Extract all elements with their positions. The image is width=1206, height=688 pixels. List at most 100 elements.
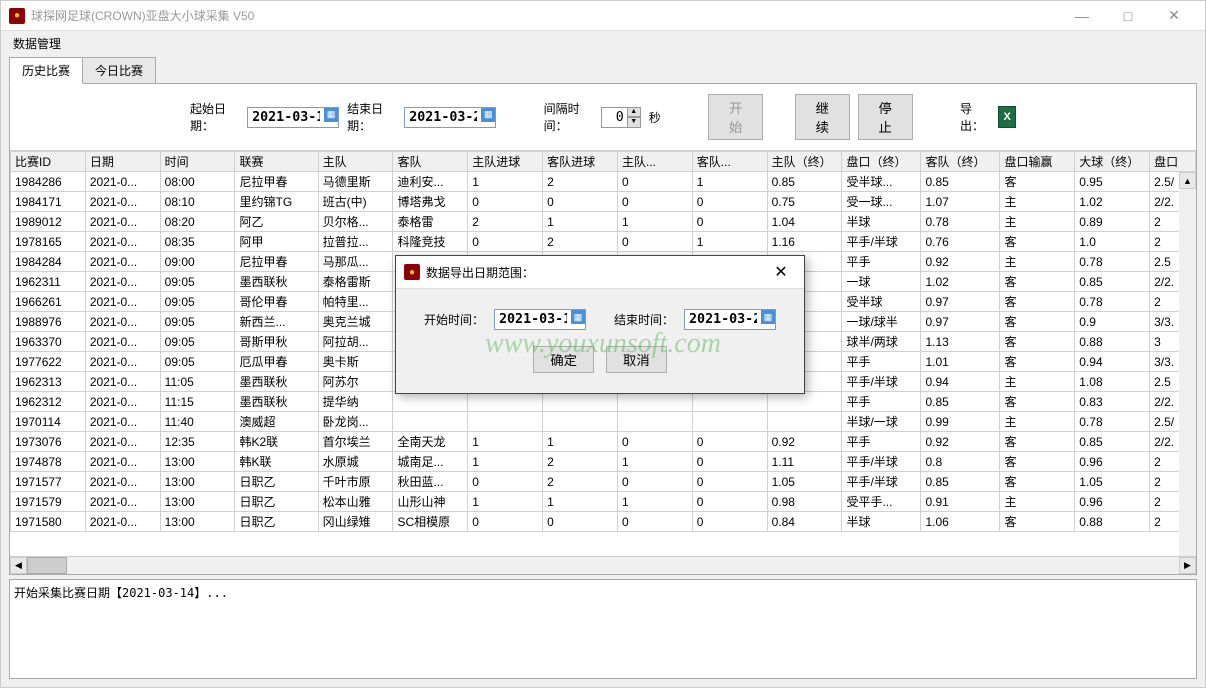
table-row[interactable]: 19701142021-0...11:40澳威超卧龙岗...半球/一球0.99主… [11,412,1196,432]
table-cell: 0.98 [767,492,842,512]
table-cell: 水原城 [318,452,393,472]
column-header[interactable]: 客队进球 [543,152,618,172]
table-row[interactable]: 19841712021-0...08:10里约锦TG班古(中)博塔弗戈00000… [11,192,1196,212]
table-cell: 2021-0... [85,372,160,392]
table-cell: 1974878 [11,452,86,472]
table-cell [393,412,468,432]
table-row[interactable]: 19623122021-0...11:15墨西联秋提华纳平手0.85客0.832… [11,392,1196,412]
table-row[interactable]: 19715802021-0...13:00日职乙冈山绿雉SC相模原00000.8… [11,512,1196,532]
table-row[interactable]: 19715792021-0...13:00日职乙松本山雅山形山神11100.98… [11,492,1196,512]
scroll-thumb[interactable] [27,557,67,574]
table-cell: 0.94 [921,372,1000,392]
table-cell: 客 [1000,352,1075,372]
table-cell: 0.75 [767,192,842,212]
column-header[interactable]: 客队... [692,152,767,172]
table-cell: 0.96 [1075,452,1150,472]
table-cell: 尼拉甲春 [235,172,318,192]
table-cell: 0 [692,432,767,452]
stop-button[interactable]: 停止 [858,94,913,140]
table-row[interactable]: 19890122021-0...08:20阿乙贝尔格...泰格雷21101.04… [11,212,1196,232]
interval-spinner[interactable]: ▲▼ [627,107,641,128]
vertical-scrollbar[interactable]: ▲ [1179,172,1196,556]
table-cell: 1 [692,232,767,252]
maximize-button[interactable]: □ [1105,1,1151,31]
calendar-icon[interactable]: ▦ [324,108,338,122]
calendar-icon[interactable]: ▦ [571,310,585,324]
scroll-right-icon[interactable]: ▶ [1179,557,1196,574]
column-header[interactable]: 盘口（终） [842,152,921,172]
column-header[interactable]: 联赛 [235,152,318,172]
dialog-ok-button[interactable]: 确定 [533,346,594,373]
table-cell: 韩K联 [235,452,318,472]
table-row[interactable]: 19781652021-0...08:35阿甲拉普拉...科隆竞技02011.1… [11,232,1196,252]
start-button[interactable]: 开始 [708,94,763,140]
table-cell: 0 [692,492,767,512]
table-cell: 2021-0... [85,492,160,512]
table-cell: 0.92 [921,432,1000,452]
column-header[interactable]: 主队进球 [468,152,543,172]
table-cell: 受半球 [842,292,921,312]
dialog-close-button[interactable]: ✕ [766,262,796,282]
table-row[interactable]: 19715772021-0...13:00日职乙千叶市原秋田蓝...02001.… [11,472,1196,492]
tab-today[interactable]: 今日比赛 [82,57,156,84]
table-cell: 墨西联秋 [235,392,318,412]
table-cell: 1.07 [921,192,1000,212]
table-cell: 客 [1000,392,1075,412]
table-cell: 2021-0... [85,252,160,272]
column-header[interactable]: 时间 [160,152,235,172]
table-row[interactable]: 19842862021-0...08:00尼拉甲春马德里斯迪利安...12010… [11,172,1196,192]
tab-history[interactable]: 历史比赛 [9,57,83,84]
close-button[interactable]: ✕ [1151,1,1197,31]
column-header[interactable]: 盘口 [1150,152,1196,172]
column-header[interactable]: 大球（终） [1075,152,1150,172]
table-cell: 半球 [842,512,921,532]
table-cell: 平手/半球 [842,472,921,492]
column-header[interactable]: 主队... [617,152,692,172]
column-header[interactable]: 客队 [393,152,468,172]
scroll-left-icon[interactable]: ◀ [10,557,27,574]
table-cell: 提华纳 [318,392,393,412]
table-cell: 1.11 [767,452,842,472]
table-cell: 1970114 [11,412,86,432]
table-cell: 2021-0... [85,172,160,192]
table-cell: 迪利安... [393,172,468,192]
scroll-up-icon[interactable]: ▲ [1179,172,1196,189]
log-output: 开始采集比赛日期【2021-03-14】... [9,579,1197,679]
table-cell: 2021-0... [85,332,160,352]
table-cell: 1977622 [11,352,86,372]
table-cell: SC相模原 [393,512,468,532]
table-cell: 08:00 [160,172,235,192]
table-cell: 千叶市原 [318,472,393,492]
table-cell: 08:10 [160,192,235,212]
table-cell [393,392,468,412]
dialog-title: 数据导出日期范围： [426,264,766,281]
interval-label: 间隔时间： [544,100,591,134]
column-header[interactable]: 盘口输赢 [1000,152,1075,172]
table-cell: 客 [1000,292,1075,312]
table-cell: 1962312 [11,392,86,412]
table-cell: 0.88 [1075,512,1150,532]
menu-data-management[interactable]: 数据管理 [9,33,65,54]
column-header[interactable]: 主队（终） [767,152,842,172]
table-row[interactable]: 19730762021-0...12:35韩K2联首尔埃兰全南天龙11000.9… [11,432,1196,452]
minimize-button[interactable]: — [1059,1,1105,31]
calendar-icon[interactable]: ▦ [761,310,775,324]
column-header[interactable]: 主队 [318,152,393,172]
continue-button[interactable]: 继续 [795,94,850,140]
calendar-icon[interactable]: ▦ [481,108,495,122]
window-controls: — □ ✕ [1059,1,1197,31]
table-cell: 客 [1000,312,1075,332]
dialog-cancel-button[interactable]: 取消 [606,346,667,373]
table-row[interactable]: 19748782021-0...13:00韩K联水原城城南足...12101.1… [11,452,1196,472]
table-cell: 0.78 [1075,412,1150,432]
table-cell: 主 [1000,492,1075,512]
column-header[interactable]: 客队（终） [921,152,1000,172]
column-header[interactable]: 日期 [85,152,160,172]
column-header[interactable]: 比赛ID [11,152,86,172]
table-cell: 0 [617,472,692,492]
dialog-start-label: 开始时间： [424,311,484,328]
export-excel-button[interactable]: X [998,106,1016,128]
horizontal-scrollbar[interactable]: ◀ ▶ [10,556,1196,574]
end-date-label: 结束日期： [347,100,394,134]
export-date-dialog: ● 数据导出日期范围： ✕ 开始时间： ▦ 结束时间： ▦ [395,255,805,394]
